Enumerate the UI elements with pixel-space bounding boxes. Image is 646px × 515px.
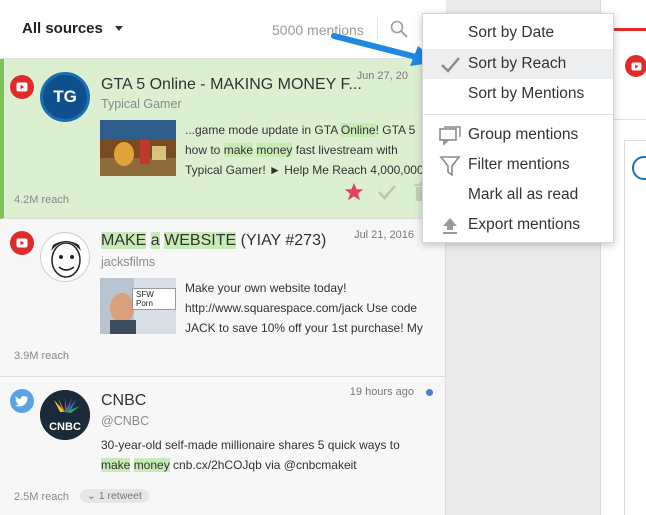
- mention-author: Typical Gamer: [101, 97, 182, 111]
- youtube-icon: [625, 55, 646, 77]
- keyword-highlight: money: [133, 458, 170, 472]
- text-run: cnb.cx/2hCOJqb via @cnbcmakeit: [169, 458, 357, 472]
- unread-indicator: [426, 389, 433, 396]
- text-run: 30-year-old self-made millionaire shares…: [101, 438, 400, 452]
- menu-item-label: Sort by Reach: [468, 55, 567, 72]
- sources-label: All sources: [22, 20, 103, 37]
- menu-item-label: Mark all as read: [468, 186, 579, 203]
- keyword-highlight: make: [223, 143, 254, 157]
- star-icon[interactable]: [344, 182, 364, 202]
- reach-count: 3.9M reach: [14, 350, 70, 362]
- avatar-initials: TG: [53, 87, 77, 106]
- mention-card[interactable]: TG GTA 5 Online - MAKING MONEY F... Typi…: [0, 59, 445, 219]
- keyword-highlight: money: [256, 143, 293, 157]
- thumbnail-caption: SFW Porn: [132, 288, 176, 310]
- menu-item-sort-by-mentions[interactable]: Sort by Mentions: [423, 79, 613, 109]
- mention-snippet: ...game mode update in GTA Online! GTA 5…: [185, 120, 425, 180]
- mention-title[interactable]: GTA 5 Online - MAKING MONEY F...: [101, 76, 362, 94]
- video-thumbnail[interactable]: [100, 120, 176, 176]
- chevron-down-icon: [114, 26, 123, 31]
- menu-item-sort-by-date[interactable]: Sort by Date: [423, 18, 613, 48]
- twitter-icon: [10, 389, 34, 413]
- checkmark-icon: [441, 57, 460, 73]
- menu-divider: [423, 114, 613, 115]
- menu-item-group-mentions[interactable]: Group mentions: [423, 120, 613, 150]
- keyword-highlight: a: [150, 232, 160, 249]
- menu-item-label: Export mentions: [468, 216, 580, 233]
- menu-item-mark-all-read[interactable]: Mark all as read: [423, 180, 613, 210]
- text-run: ...game mode update in GTA: [185, 123, 341, 137]
- menu-item-sort-by-reach[interactable]: Sort by Reach: [423, 49, 613, 79]
- mention-date: 19 hours ago: [349, 386, 414, 398]
- video-thumbnail[interactable]: SFW Porn: [100, 278, 176, 334]
- menu-item-label: Group mentions: [468, 126, 579, 143]
- retweet-count: 1 retweet: [98, 490, 142, 502]
- keyword-highlight: Online: [340, 123, 376, 137]
- mention-title[interactable]: CNBC: [101, 392, 146, 410]
- checkmark-icon[interactable]: [377, 183, 397, 201]
- mention-date: Jul 21, 2016: [354, 229, 414, 241]
- upload-icon: [443, 218, 457, 234]
- menu-item-label: Filter mentions: [468, 156, 570, 173]
- mention-card[interactable]: MAKE a WEBSITE (YIAY #273) jacksfilms Ju…: [0, 219, 445, 377]
- avatar-wordmark: CNBC: [49, 421, 81, 433]
- mention-card[interactable]: CNBC CNBC @CNBC 19 hours ago 30-year-old…: [0, 377, 445, 515]
- reach-count: 4.2M reach: [14, 194, 70, 206]
- keyword-highlight: MAKE: [101, 232, 147, 249]
- mention-date: Jun 27, 20: [356, 70, 408, 82]
- detail-card: [624, 140, 646, 515]
- menu-item-label: Sort by Date: [468, 24, 555, 41]
- mention-snippet: Make your own website today! http://www.…: [185, 281, 423, 335]
- menu-item-filter-mentions[interactable]: Filter mentions: [423, 150, 613, 180]
- avatar: [40, 232, 90, 282]
- youtube-icon: [10, 231, 34, 255]
- mention-snippet: 30-year-old self-made millionaire shares…: [101, 435, 421, 475]
- chat-bubble-icon: [439, 126, 461, 146]
- mentions-feed: TG GTA 5 Online - MAKING MONEY F... Typi…: [0, 59, 446, 515]
- keyword-highlight: make: [101, 458, 131, 472]
- youtube-icon: [10, 75, 34, 99]
- avatar: CNBC: [40, 390, 90, 440]
- reach-count: 2.5M reach: [14, 491, 70, 503]
- text-run: (YIAY #273): [236, 232, 327, 249]
- avatar: TG: [40, 72, 90, 122]
- sort-options-menu: Sort by Date Sort by Reach Sort by Menti…: [422, 13, 614, 243]
- keyword-highlight: WEBSITE: [164, 232, 237, 249]
- mention-author: jacksfilms: [101, 255, 156, 269]
- retweet-badge: ⌄ 1 retweet: [80, 489, 149, 503]
- menu-item-label: Sort by Mentions: [468, 85, 585, 102]
- menu-item-export-mentions[interactable]: Export mentions: [423, 210, 613, 240]
- funnel-icon: [439, 156, 461, 176]
- mention-author: @CNBC: [101, 414, 150, 428]
- mention-title[interactable]: MAKE a WEBSITE (YIAY #273): [101, 232, 326, 250]
- sources-dropdown[interactable]: All sources: [22, 20, 123, 37]
